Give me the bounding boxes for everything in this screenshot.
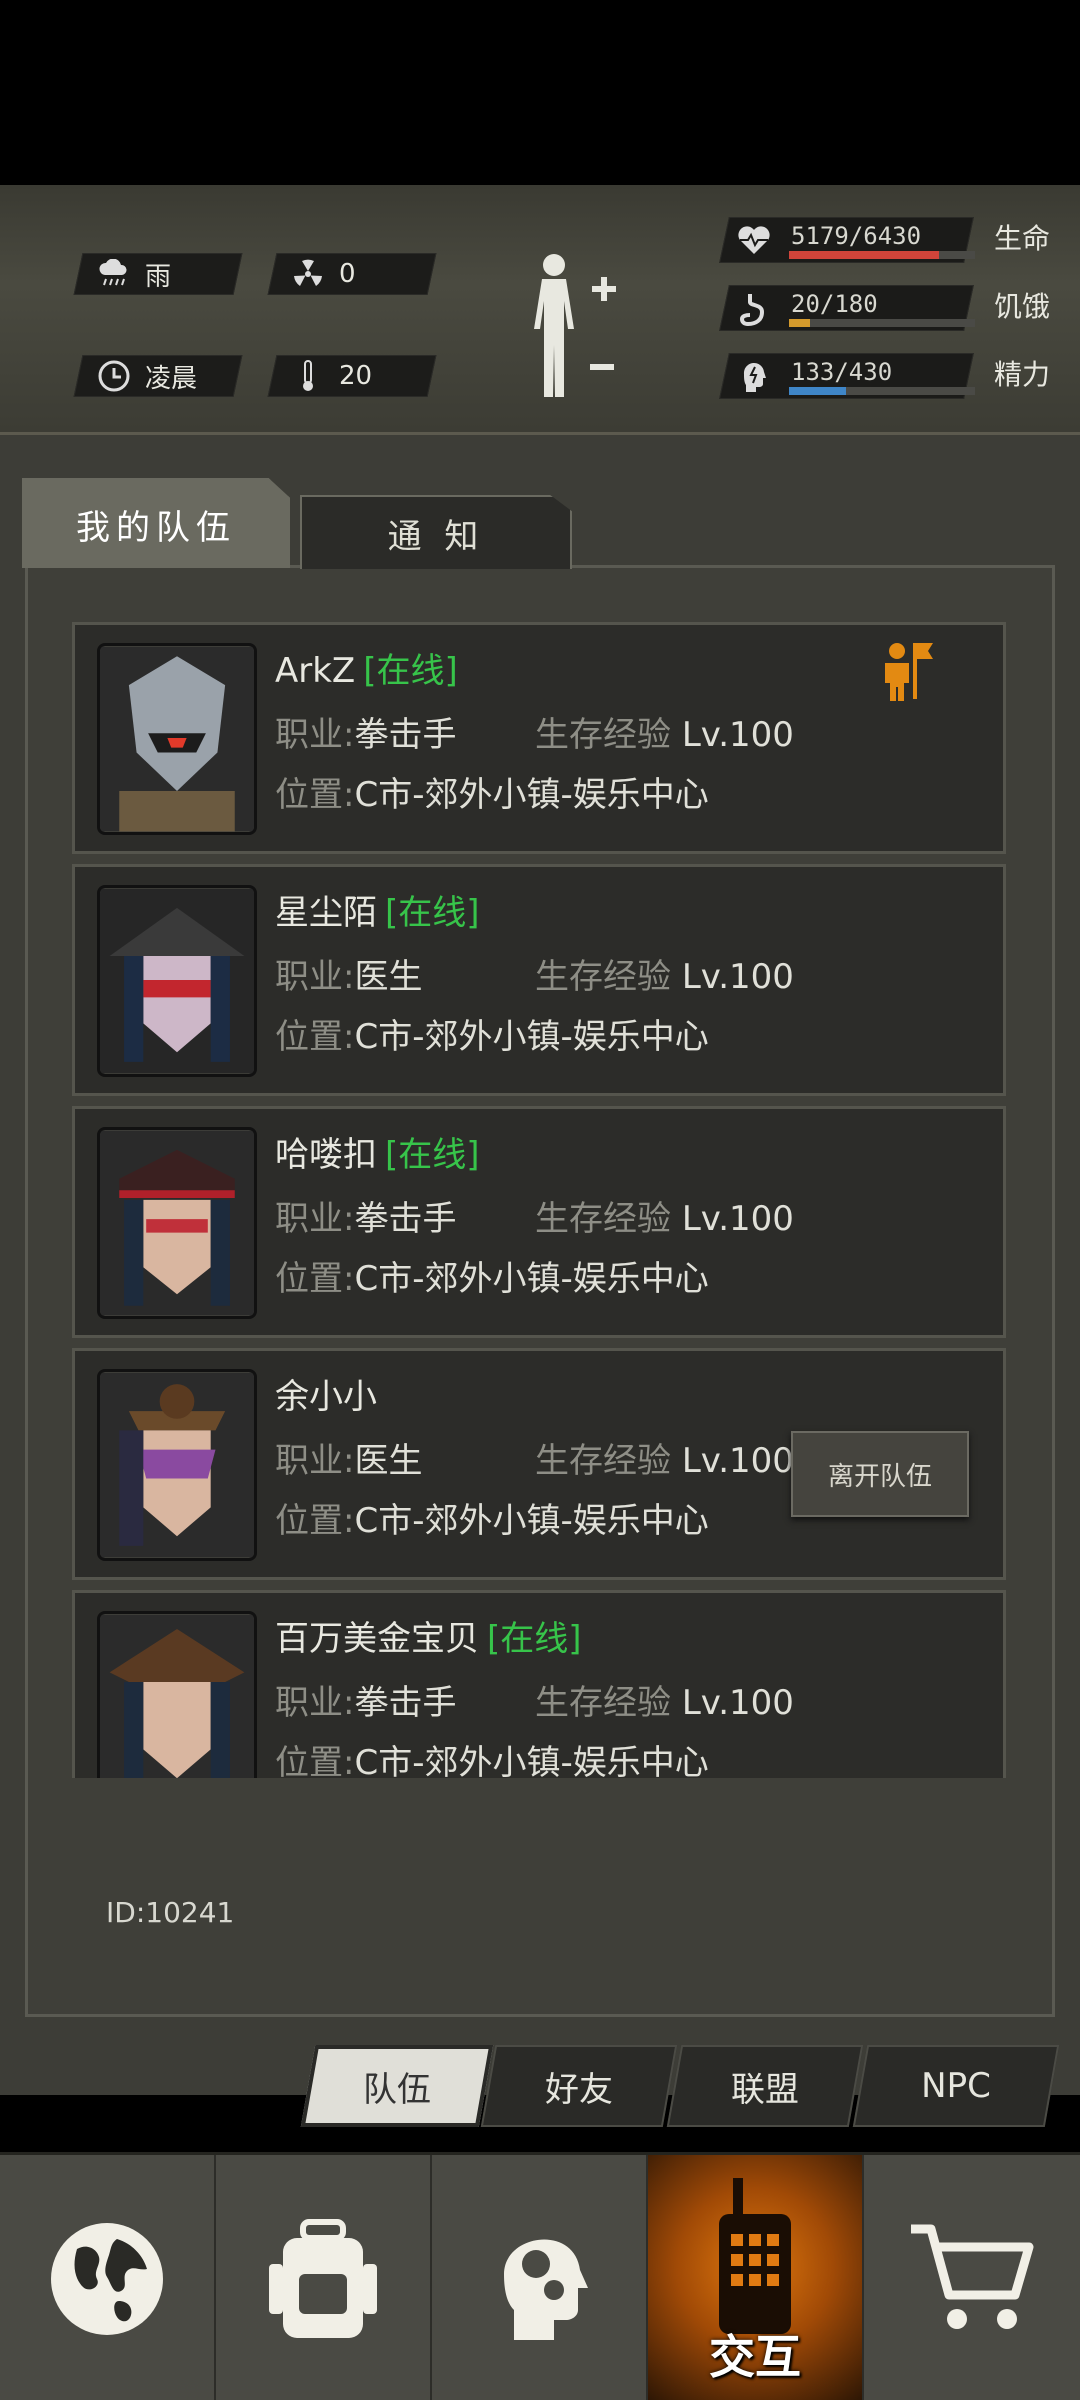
nav-map-button[interactable] [0, 2155, 216, 2400]
member-card[interactable]: 哈喽扣 [在线] 职业:拳击手 生存经验 Lv.100 位置:C市-郊外小镇-娱乐… [72, 1106, 1006, 1338]
exp-level: Lv.100 [681, 957, 794, 997]
head-gears-icon [504, 2239, 588, 2340]
avatar [97, 643, 257, 835]
subtab-alliance-label: 联盟 [731, 2069, 799, 2110]
backpack-icon [269, 2219, 377, 2338]
online-status: [在线] [385, 893, 480, 933]
bottom-nav: 交互 [0, 2152, 1080, 2400]
location-value: C市-郊外小镇-娱乐中心 [354, 775, 709, 815]
job-value: 拳击手 [354, 1683, 457, 1723]
team-leader-flag-icon [879, 639, 935, 701]
nav-skills-button[interactable] [432, 2155, 648, 2400]
job-label: 职业: [275, 715, 355, 755]
job-label: 职业: [275, 957, 355, 997]
online-status: [在线] [385, 1135, 480, 1175]
exp-label: 生存经验 [535, 1441, 671, 1481]
online-status: [在线] [487, 1619, 582, 1659]
job-value: 医生 [354, 1441, 423, 1481]
subtab-friends[interactable]: 好友 [480, 2045, 678, 2127]
member-card[interactable]: 余小小 职业:医生 生存经验 Lv.100 位置:C市-郊外小镇-娱乐中心 离开… [72, 1348, 1006, 1580]
nav-backpack-button[interactable] [216, 2155, 432, 2400]
location-label: 位置: [275, 1017, 355, 1057]
member-card[interactable]: ArkZ [在线] 职业:拳击手 生存经验 Lv.100 位置:C市-郊外小镇-娱… [72, 622, 1006, 854]
member-name: 余小小 [275, 1377, 377, 1417]
tab-my-team[interactable]: 我的队伍 [22, 478, 290, 568]
job-value: 拳击手 [354, 715, 457, 755]
walkie-talkie-icon [719, 2178, 791, 2334]
job-value: 医生 [354, 957, 423, 997]
member-name: 星尘陌 [275, 893, 377, 933]
exp-level: Lv.100 [681, 1199, 794, 1239]
location-label: 位置: [275, 1501, 355, 1541]
exp-label: 生存经验 [535, 1683, 671, 1723]
subtab-friends-label: 好友 [545, 2069, 613, 2110]
location-label: 位置: [275, 775, 355, 815]
subtab-npc[interactable]: NPC [852, 2045, 1060, 2127]
exp-level: Lv.100 [681, 1441, 794, 1481]
nav-interact-button[interactable]: 交互 [648, 2155, 864, 2400]
online-status: [在线] [363, 651, 458, 691]
job-label: 职业: [275, 1199, 355, 1239]
avatar [97, 1369, 257, 1561]
player-id: ID:10241 [106, 1896, 235, 1929]
avatar [97, 1611, 257, 1778]
member-card[interactable]: 星尘陌 [在线] 职业:医生 生存经验 Lv.100 位置:C市-郊外小镇-娱乐中… [72, 864, 1006, 1096]
job-label: 职业: [275, 1683, 355, 1723]
location-label: 位置: [275, 1259, 355, 1299]
avatar [97, 885, 257, 1077]
location-value: C市-郊外小镇-娱乐中心 [354, 1743, 709, 1778]
member-list[interactable]: ArkZ [在线] 职业:拳击手 生存经验 Lv.100 位置:C市-郊外小镇-娱… [0, 0, 1080, 1778]
subtab-npc-label: NPC [921, 2066, 991, 2106]
location-value: C市-郊外小镇-娱乐中心 [354, 1501, 709, 1541]
subtab-alliance[interactable]: 联盟 [666, 2045, 864, 2127]
nav-interact-label: 交互 [709, 2330, 801, 2384]
member-name: 哈喽扣 [275, 1135, 377, 1175]
shopping-cart-icon [911, 2224, 1034, 2329]
subtab-team[interactable]: 队伍 [300, 2045, 494, 2127]
location-value: C市-郊外小镇-娱乐中心 [354, 1259, 709, 1299]
member-name: ArkZ [275, 651, 356, 691]
member-name: 百万美金宝贝 [275, 1619, 479, 1659]
job-label: 职业: [275, 1441, 355, 1481]
exp-label: 生存经验 [535, 957, 671, 997]
job-value: 拳击手 [354, 1199, 457, 1239]
exp-level: Lv.100 [681, 715, 794, 755]
subtab-team-label: 队伍 [363, 2069, 431, 2110]
location-value: C市-郊外小镇-娱乐中心 [354, 1017, 709, 1057]
exp-label: 生存经验 [535, 715, 671, 755]
globe-icon [51, 2223, 163, 2335]
exp-level: Lv.100 [681, 1683, 794, 1723]
leave-team-button[interactable]: 离开队伍 [791, 1431, 969, 1517]
member-card[interactable]: 百万美金宝贝 [在线] 职业:拳击手 生存经验 Lv.100 位置:C市-郊外小镇… [72, 1590, 1006, 1778]
avatar [97, 1127, 257, 1319]
exp-label: 生存经验 [535, 1199, 671, 1239]
location-label: 位置: [275, 1743, 355, 1778]
nav-shop-button[interactable] [864, 2155, 1080, 2400]
